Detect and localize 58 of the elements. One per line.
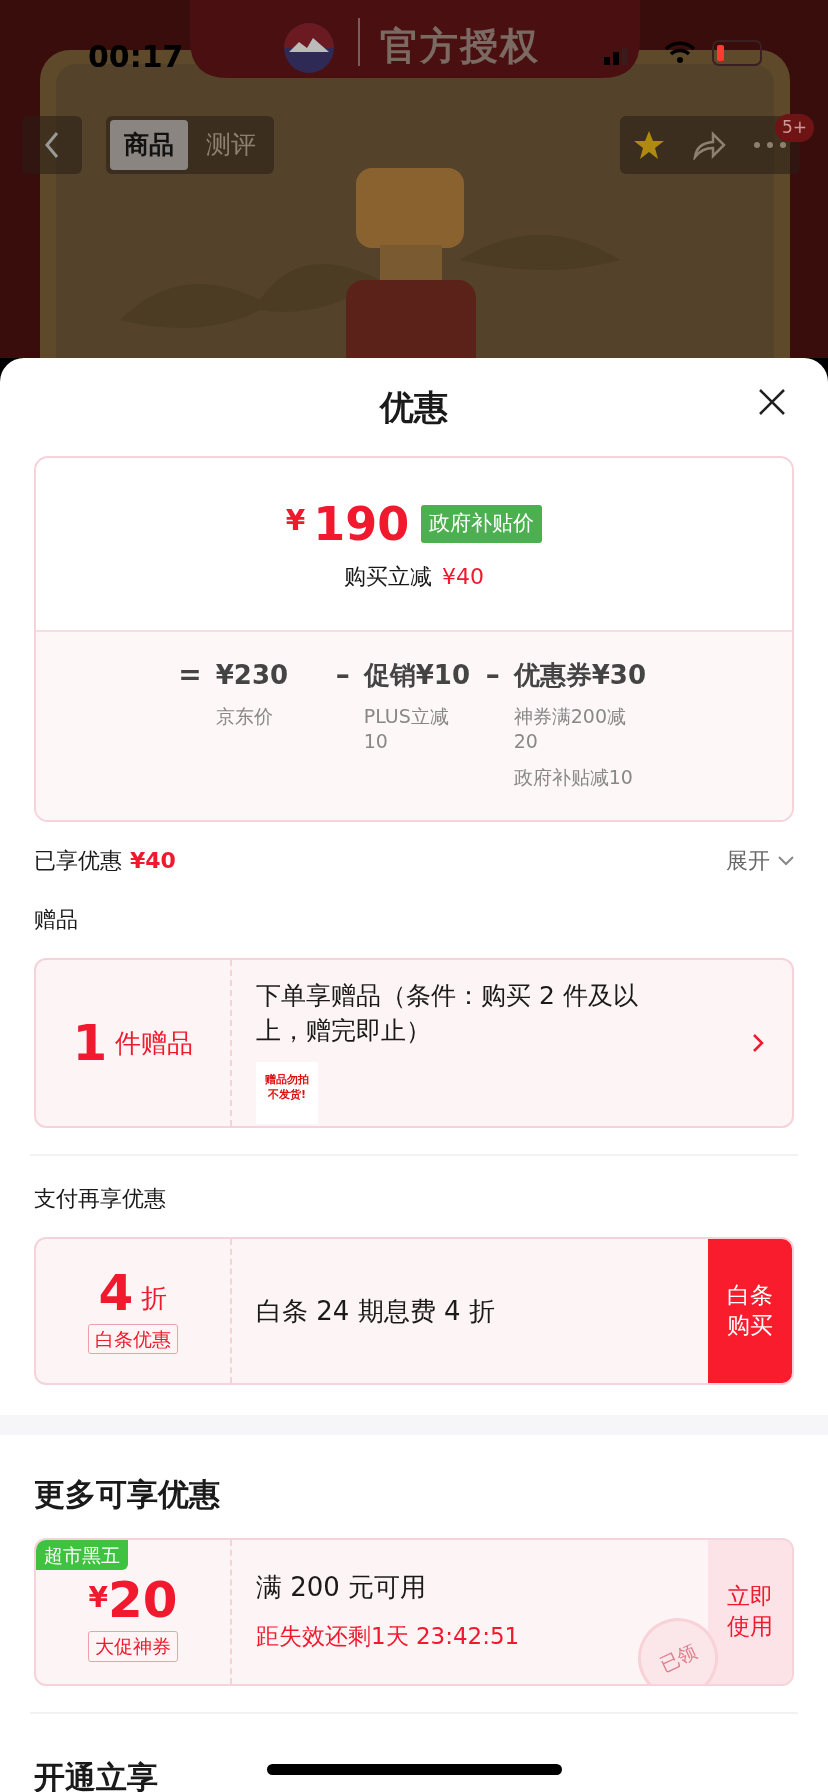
close-button[interactable] [758,388,786,416]
coupon-condition: 满 200 元可用 [256,1570,428,1604]
gift-count: 1 [72,1018,108,1069]
currency-symbol: ¥ [285,503,306,539]
gift-thumbnail: 赠品勿拍不发货! [256,1062,318,1125]
use-button[interactable]: 立即使用 [708,1539,792,1684]
operator-sign: – [485,658,500,693]
offer-tag: 白条优惠 [88,1323,178,1355]
coupon-amount: 20 [107,1575,178,1626]
gift-description: 下单享赠品（条件：购买 2 件及以上，赠完即止） [256,980,639,1048]
chevron-down-icon [778,855,794,866]
instant-discount-label: 购买立减 [344,563,432,591]
share-icon [692,130,726,160]
breakdown-amount: 促销¥10 [363,659,471,692]
wifi-icon [664,40,696,64]
coupon-tag: 大促神券 [88,1631,178,1662]
breakdown-note: 神券满200减20 [513,704,627,754]
discount-unit: 折 [141,1281,168,1315]
sheet-title: 优惠 [380,385,448,429]
promo-ribbon: 超市黑五 [36,1539,128,1571]
enjoyed-label: 已享优惠 [34,847,122,876]
header-title: 官方授权 [380,23,540,70]
instant-discount-amount: ¥40 [442,563,484,591]
status-time: 00:17 [88,38,184,76]
operator-sign: = [178,658,202,693]
section-heading: 赠品 [34,906,79,935]
battery-icon [712,40,764,66]
gift-unit: 件赠品 [115,1026,194,1060]
subsidy-tag: 政府补贴价 [421,505,543,543]
expand-button[interactable]: 展开 [726,844,794,878]
price-amount: 190 [313,501,410,547]
discount-value: 4 [98,1267,134,1318]
operator-sign: – [335,658,350,693]
breakdown-note: 政府补贴减10 [513,765,634,791]
enjoyed-amount: ¥40 [130,847,176,876]
section-heading: 开通立享 [34,1757,158,1792]
share-button[interactable] [692,130,726,160]
more-icon [752,141,787,149]
close-icon [758,388,786,416]
breakdown-note: PLUS立减10 [363,704,450,754]
section-heading: 支付再享优惠 [34,1185,167,1214]
chevron-right-icon [752,1033,764,1054]
currency-symbol: ¥ [88,1581,108,1615]
buy-button[interactable]: 白条购买 [708,1239,792,1384]
breakdown-amount: ¥230 [215,659,290,692]
logo-icon [283,22,335,74]
favorite-button[interactable] [633,129,666,161]
back-button[interactable] [22,116,82,174]
back-icon [44,131,60,159]
tab[interactable]: 商品 [110,120,188,170]
section-heading: 更多可享优惠 [34,1475,221,1515]
tab[interactable]: 测评 [192,120,270,170]
breakdown-note: 京东价 [215,704,274,729]
offer-description: 白条 24 期息费 4 折 [255,1294,496,1328]
more-button[interactable] [752,141,787,149]
coupon-expiry: 距失效还剩1天 23:42:51 [256,1621,521,1651]
star-icon [633,129,666,161]
breakdown-amount: 优惠券¥30 [513,659,647,692]
